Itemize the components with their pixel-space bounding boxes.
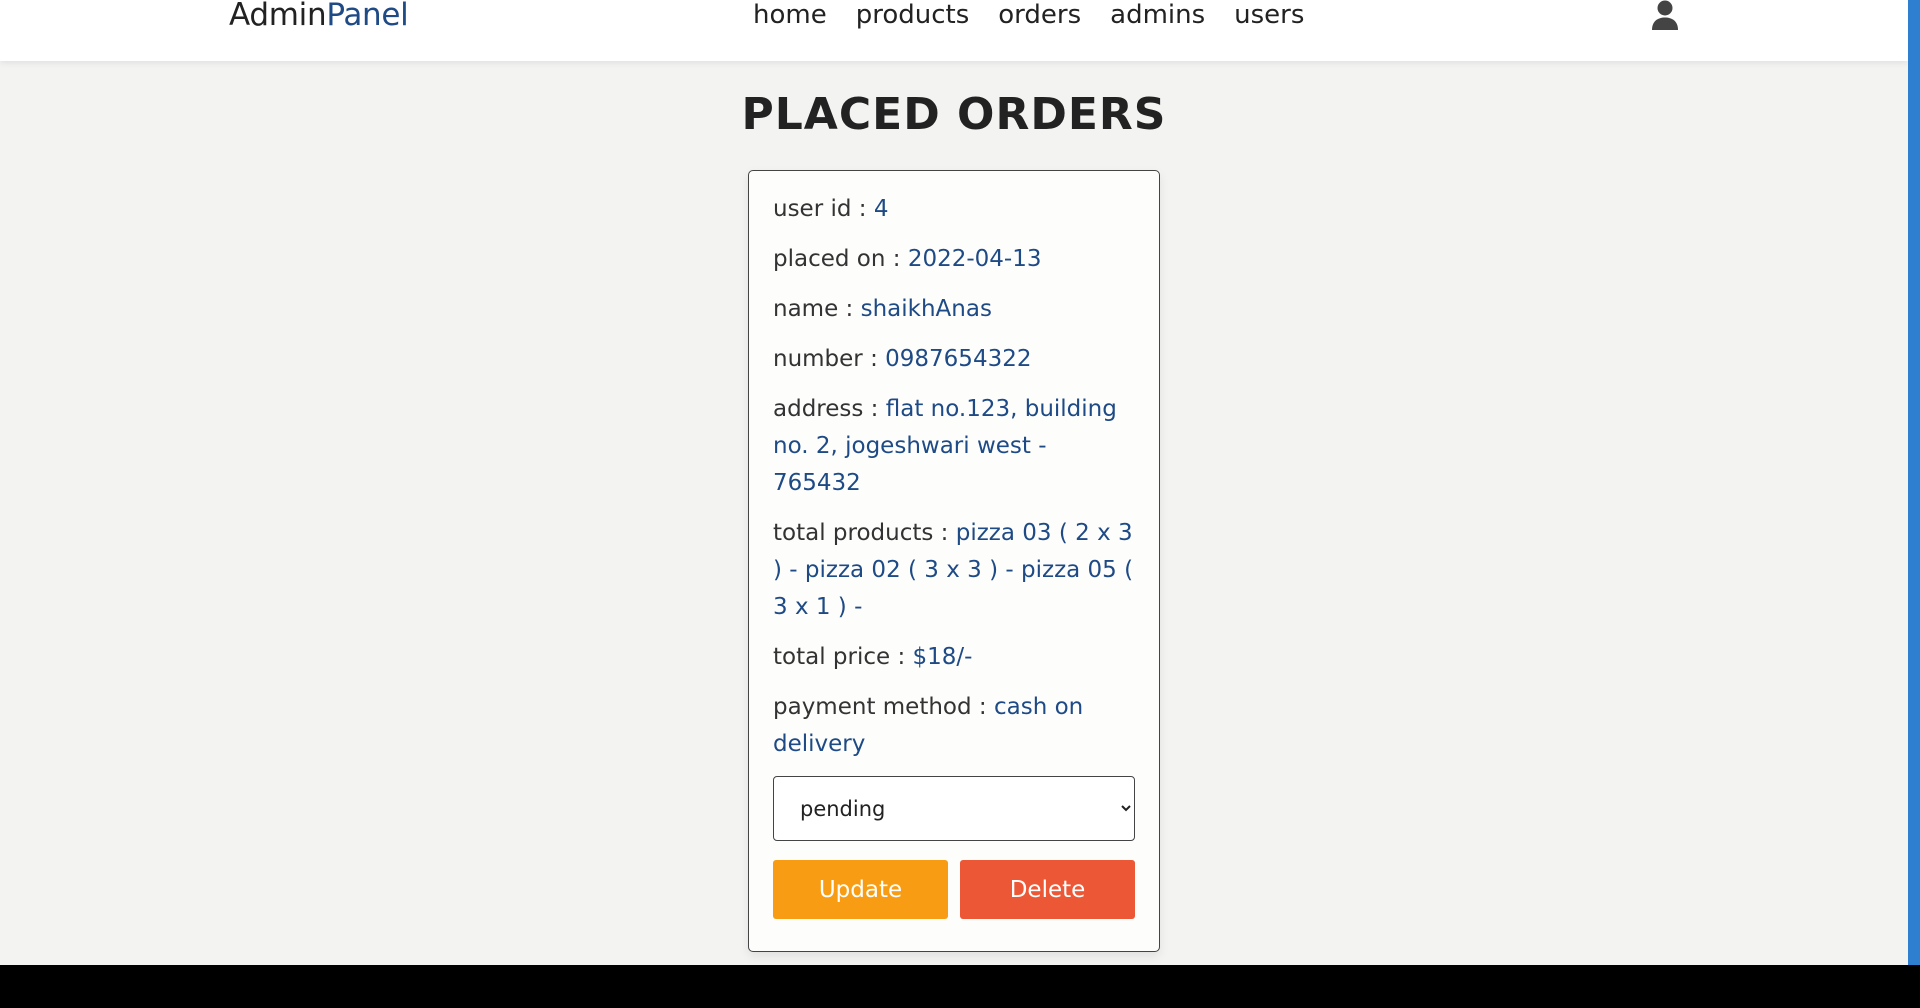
field-label: total products : — [773, 520, 956, 546]
top-header: AdminPanel home products orders admins u… — [0, 0, 1908, 61]
field-value: 2022-04-13 — [907, 246, 1042, 272]
nav-orders[interactable]: orders — [998, 0, 1081, 33]
status-select[interactable]: pending — [773, 776, 1135, 841]
logo-accent: Panel — [326, 0, 409, 33]
field-label: total price : — [773, 644, 913, 670]
page-title: PLACED ORDERS — [741, 89, 1167, 140]
window-side-strip — [1908, 0, 1920, 965]
logo-prefix: Admin — [229, 0, 327, 33]
logo[interactable]: AdminPanel — [229, 0, 409, 34]
field-number: number : 0987654322 — [773, 341, 1135, 378]
bottom-black-bar — [0, 965, 1920, 1008]
nav-users[interactable]: users — [1234, 0, 1304, 33]
field-label: user id : — [773, 196, 874, 222]
field-user-id: user id : 4 — [773, 191, 1135, 228]
field-address: address : flat no.123, building no. 2, j… — [773, 391, 1135, 502]
delete-button[interactable]: Delete — [960, 860, 1135, 919]
nav-home[interactable]: home — [753, 0, 827, 33]
field-label: name : — [773, 296, 861, 322]
field-label: payment method : — [773, 694, 994, 720]
field-value: shaikhAnas — [860, 296, 992, 322]
field-name: name : shaikhAnas — [773, 291, 1135, 328]
field-label: number : — [773, 346, 886, 372]
field-label: placed on : — [773, 246, 908, 272]
nav-products[interactable]: products — [856, 0, 970, 33]
field-total-products: total products : pizza 03 ( 2 x 3 ) - pi… — [773, 515, 1135, 626]
field-payment-method: payment method : cash on delivery — [773, 689, 1135, 763]
nav-admins[interactable]: admins — [1110, 0, 1205, 33]
field-value: $18/- — [912, 644, 973, 670]
main-nav: home products orders admins users — [753, 0, 1304, 33]
field-value: 0987654322 — [885, 346, 1032, 372]
update-button[interactable]: Update — [773, 860, 948, 919]
field-value: 4 — [873, 196, 889, 222]
action-buttons: Update Delete — [773, 860, 1135, 919]
user-button[interactable] — [1650, 0, 1680, 32]
field-label: address : — [773, 396, 886, 422]
order-card: user id : 4 placed on : 2022-04-13 name … — [748, 170, 1160, 952]
field-total-price: total price : $18/- — [773, 639, 1135, 676]
field-placed-on: placed on : 2022-04-13 — [773, 241, 1135, 278]
user-icon — [1652, 0, 1678, 30]
